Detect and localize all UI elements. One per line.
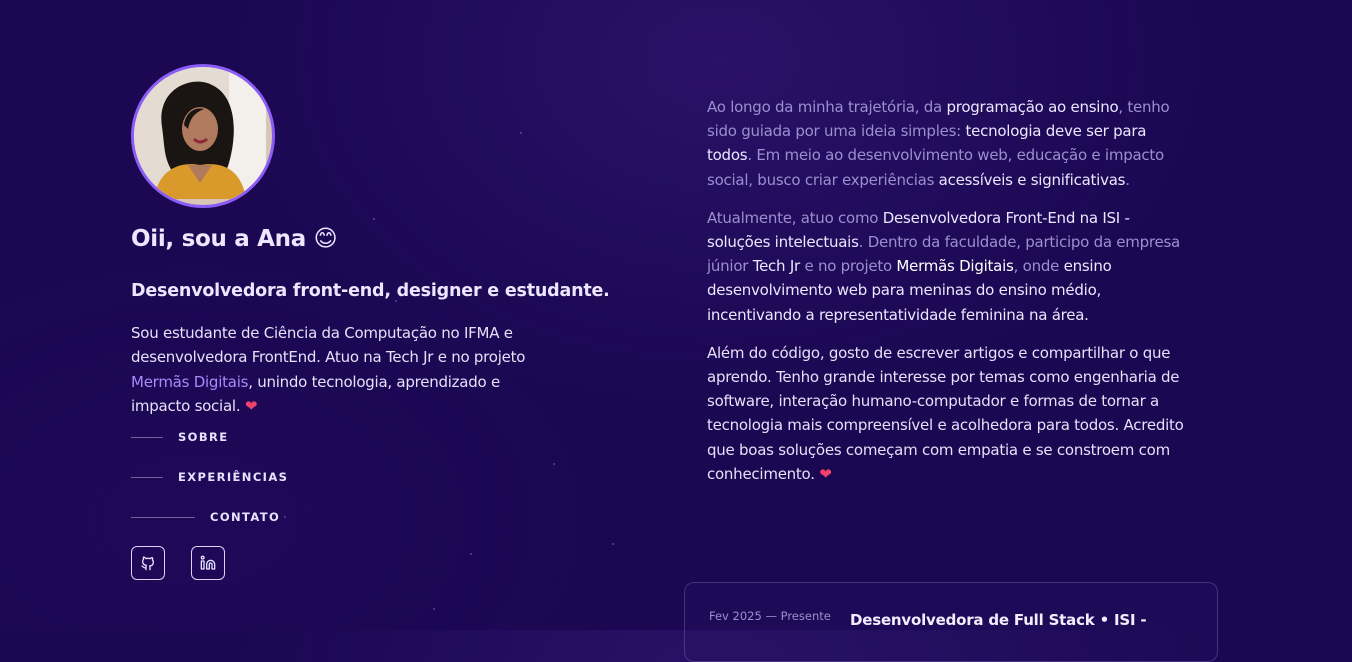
bio-text-1: Sou estudante de Ciência da Computação n… (131, 324, 526, 367)
about-highlight: acessíveis e significativas (938, 170, 1126, 189)
nav-item-contato[interactable]: CONTATO (131, 510, 280, 524)
experience-card[interactable]: Fev 2025 — Presente Desenvolvedora de Fu… (684, 582, 1218, 662)
nav-item-sobre[interactable]: SOBRE (131, 430, 229, 444)
mermas-digitais-link[interactable]: Mermãs Digitais (131, 373, 248, 391)
experience-title: Desenvolvedora de Full Stack • ISI - (850, 611, 1147, 629)
about-text: Além do código, gosto de escrever artigo… (707, 343, 1184, 483)
linkedin-icon (200, 555, 216, 570)
profile-greeting: Oii, sou a Ana 😊 (131, 226, 338, 252)
about-text: Atualmente, atuo como (707, 208, 883, 227)
about-text: Ao longo da minha trajetória, da (707, 98, 947, 116)
experience-date: Fev 2025 — Presente (709, 609, 831, 623)
profile-role: Desenvolvedora front-end, designer e est… (131, 281, 610, 301)
nav-indicator-line (131, 476, 163, 478)
about-highlight: programação ao ensino (946, 98, 1119, 116)
nav-label-experiencias: EXPERIÊNCIAS (178, 470, 289, 484)
about-paragraph-1: Ao longo da minha trajetória, da program… (707, 95, 1187, 192)
avatar (131, 64, 275, 208)
linkedin-link[interactable] (191, 546, 225, 580)
nav-item-experiencias[interactable]: EXPERIÊNCIAS (131, 470, 288, 484)
about-text: . (1125, 170, 1130, 189)
heart-icon: ❤ (819, 464, 832, 483)
about-paragraph-2: Atualmente, atuo como Desenvolvedora Fro… (707, 206, 1187, 327)
heart-icon: ❤ (244, 396, 258, 415)
nav-indicator-line-active (131, 516, 195, 518)
about-text: e no projeto (799, 257, 897, 276)
github-icon (141, 556, 154, 571)
about-text: , onde (1013, 257, 1064, 276)
about-paragraph-3: Além do código, gosto de escrever artigo… (707, 341, 1187, 486)
nav-label-sobre: SOBRE (178, 430, 229, 444)
github-link[interactable] (131, 546, 165, 580)
nav-indicator-line (131, 436, 163, 438)
about-section: Ao longo da minha trajetória, da program… (707, 95, 1187, 500)
profile-bio: Sou estudante de Ciência da Computação n… (131, 321, 561, 418)
mermas-digitais-highlight: Mermãs Digitais (896, 257, 1014, 276)
nav-label-contato: CONTATO (210, 510, 281, 524)
about-highlight: Tech Jr (752, 257, 800, 276)
